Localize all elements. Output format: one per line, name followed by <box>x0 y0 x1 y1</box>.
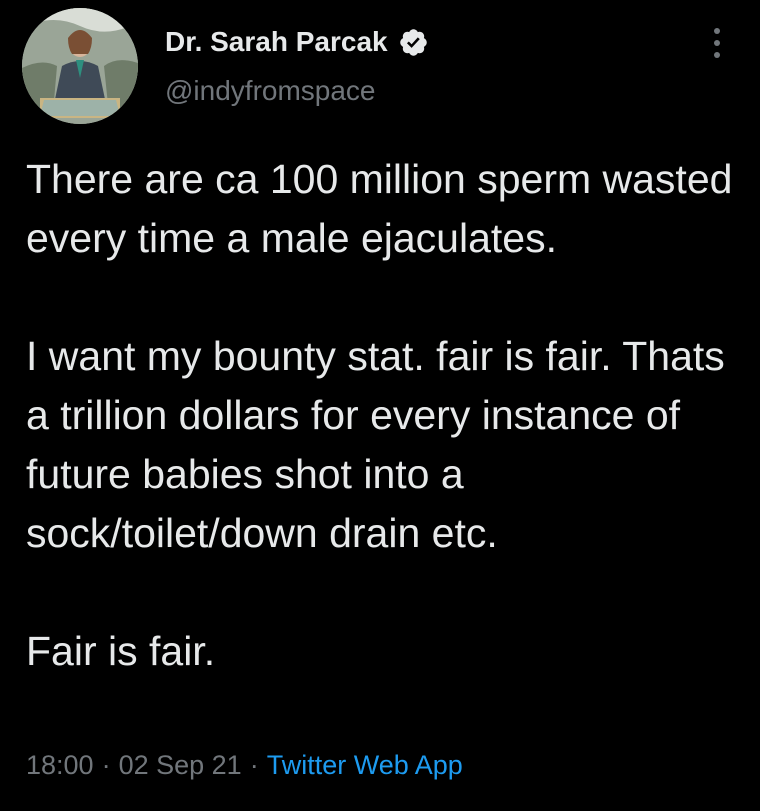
author-name-text[interactable]: Dr. Sarah Parcak <box>165 26 388 58</box>
tweet-metadata: 18:00 · 02 Sep 21 · Twitter Web App <box>26 750 463 781</box>
tweet-time[interactable]: 18:00 <box>26 750 94 780</box>
more-options-button[interactable] <box>707 26 727 60</box>
tweet-date[interactable]: 02 Sep 21 <box>119 750 242 780</box>
tweet-paragraph-1: There are ca 100 million sperm wasted ev… <box>26 156 733 261</box>
verified-badge-icon <box>399 28 427 56</box>
meta-separator: · <box>249 750 259 780</box>
profile-photo <box>22 8 138 124</box>
tweet-source-link[interactable]: Twitter Web App <box>267 750 463 780</box>
author-handle[interactable]: @indyfromspace <box>165 75 376 107</box>
meta-separator: · <box>101 750 111 780</box>
more-options-icon <box>714 28 720 58</box>
tweet-paragraph-2: I want my bounty stat. fair is fair. Tha… <box>26 333 725 556</box>
author-name[interactable]: Dr. Sarah Parcak <box>165 26 429 58</box>
tweet-paragraph-3: Fair is fair. <box>26 628 216 674</box>
tweet-text: There are ca 100 million sperm wasted ev… <box>26 150 741 681</box>
avatar[interactable] <box>22 8 138 124</box>
